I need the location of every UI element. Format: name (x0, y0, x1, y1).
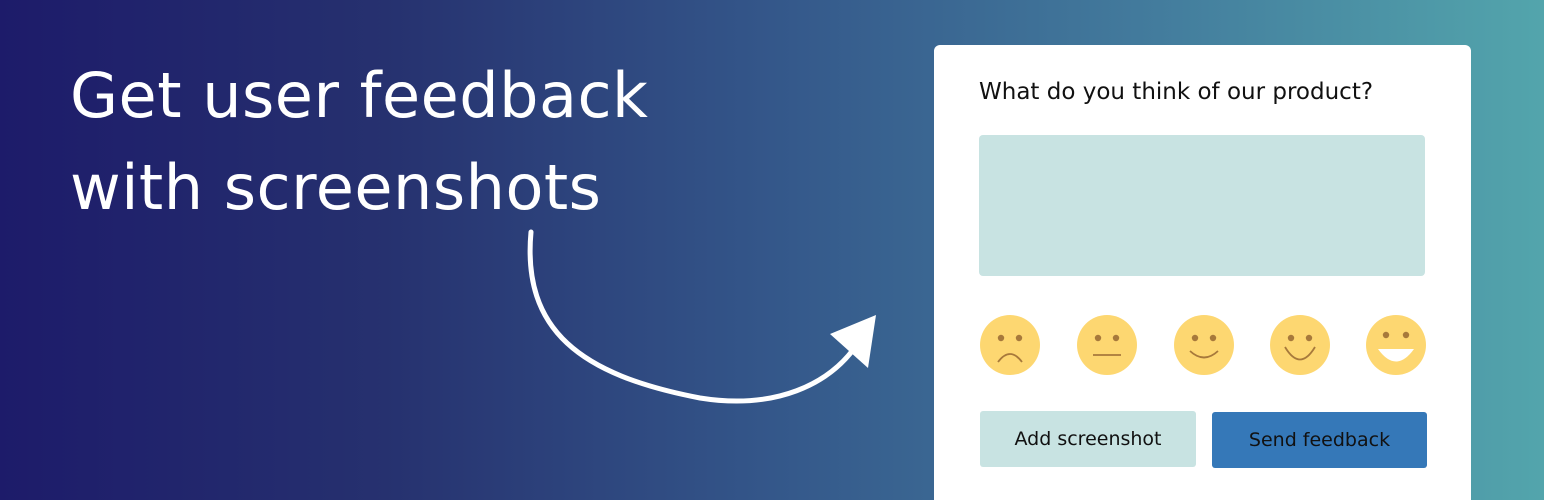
hero-line-1: Get user feedback (70, 59, 649, 132)
add-screenshot-button[interactable]: Add screenshot (980, 411, 1196, 467)
smile-face-icon[interactable] (1269, 314, 1331, 376)
hero-headline: Get user feedback with screenshots (70, 50, 648, 234)
very-sad-face-icon[interactable] (979, 314, 1041, 376)
rating-faces (979, 314, 1427, 376)
send-feedback-button[interactable]: Send feedback (1212, 412, 1427, 468)
neutral-face-icon[interactable] (1076, 314, 1138, 376)
feedback-question: What do you think of our product? (979, 79, 1374, 105)
feedback-textarea[interactable] (979, 135, 1425, 276)
feedback-card: What do you think of our product? Add sc… (934, 45, 1471, 500)
slight-smile-face-icon[interactable] (1173, 314, 1235, 376)
grin-face-icon[interactable] (1365, 314, 1427, 376)
hero-line-2: with screenshots (70, 151, 602, 224)
